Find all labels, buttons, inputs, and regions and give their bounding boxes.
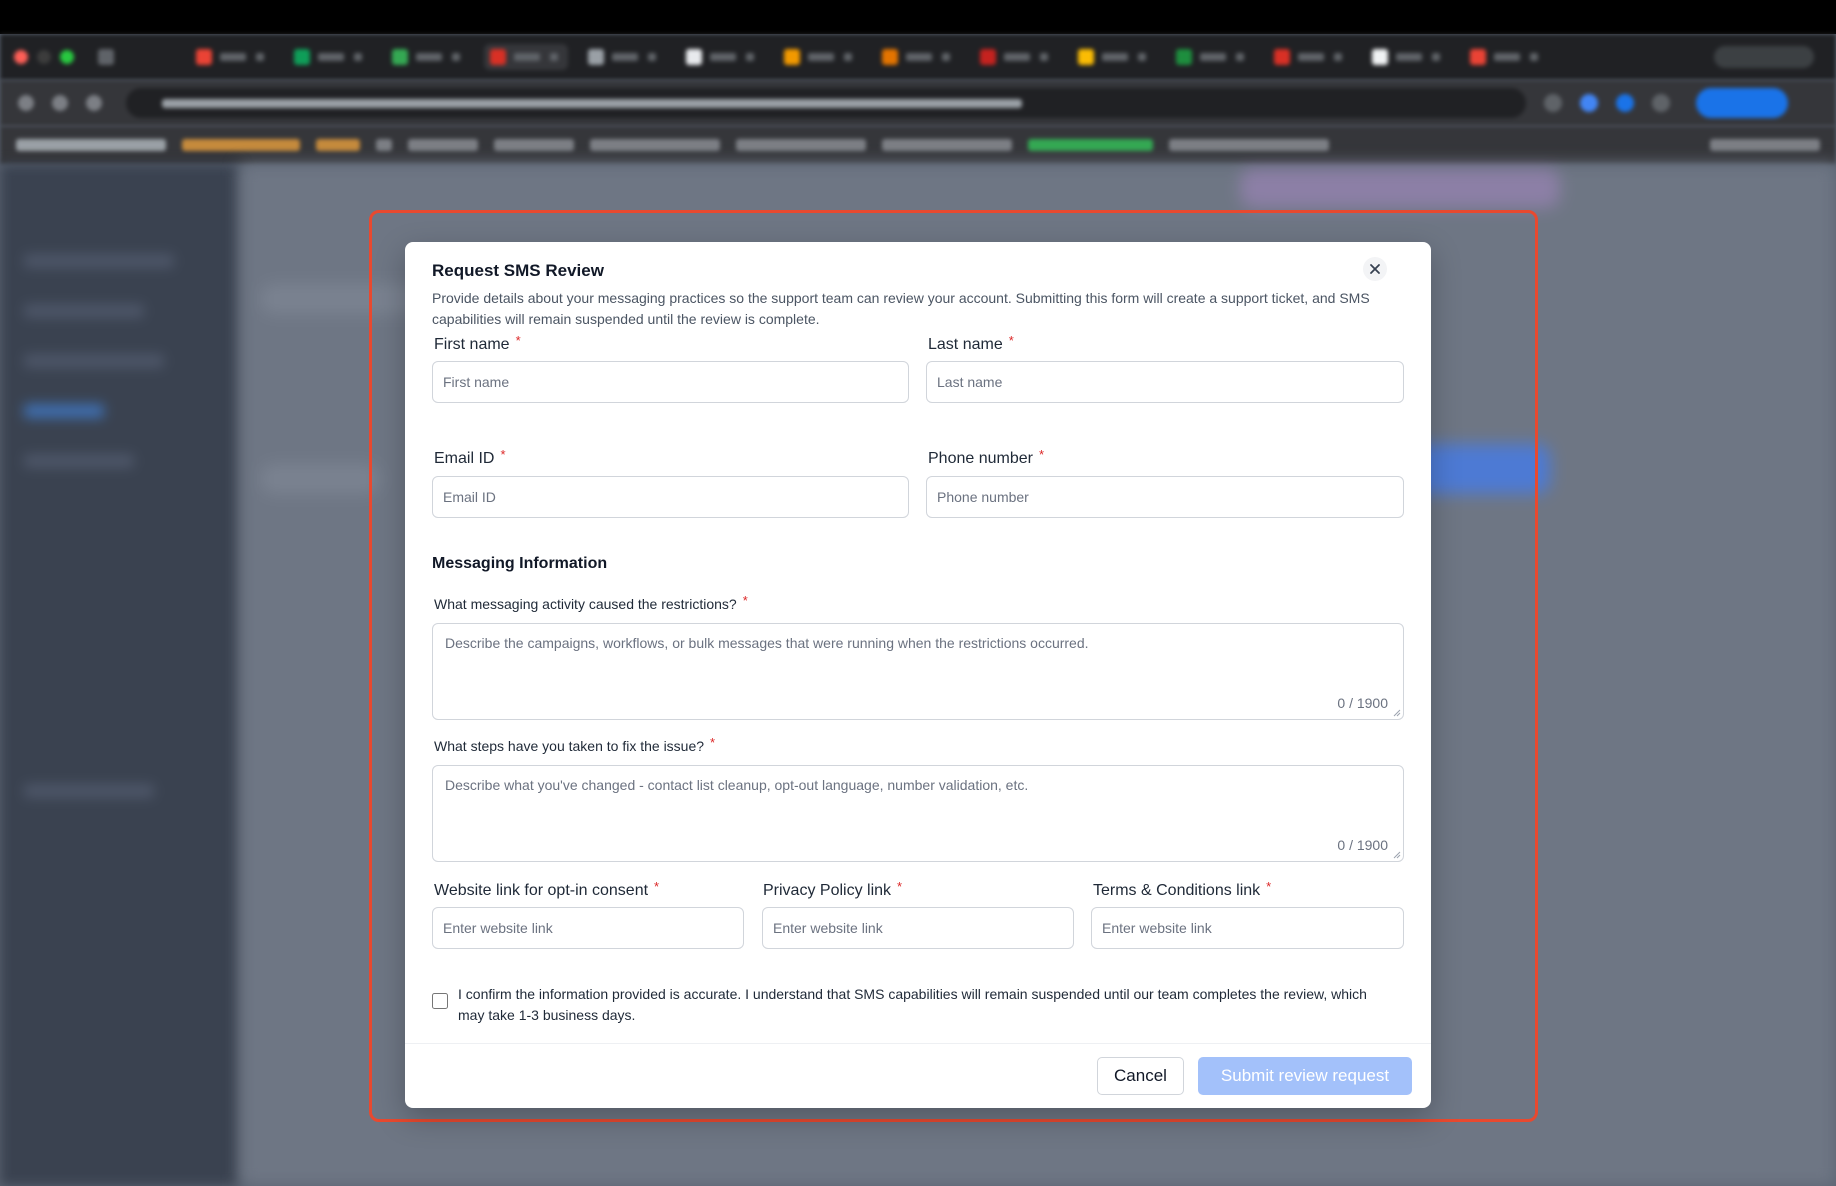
activity-textarea-wrap: 0 / 1900 [432, 623, 1404, 720]
required-asterisk: * [710, 735, 716, 750]
modal-title: Request SMS Review [432, 261, 604, 280]
address-bar [126, 88, 1526, 118]
profile-button [1696, 88, 1788, 118]
screen-top-bar [0, 0, 1836, 34]
browser-tab [1170, 44, 1254, 70]
email-label: Email ID * [434, 447, 506, 467]
first-name-input[interactable] [432, 361, 909, 403]
email-input[interactable] [432, 476, 909, 518]
browser-tab [1072, 44, 1156, 70]
submit-review-request-button[interactable]: Submit review request [1198, 1057, 1412, 1095]
phone-input[interactable] [926, 476, 1404, 518]
required-asterisk: * [1038, 447, 1045, 462]
browser-tab [1464, 44, 1548, 70]
window-controls [14, 50, 74, 64]
required-asterisk: * [1008, 333, 1014, 348]
footer-divider [405, 1043, 1431, 1044]
bookmarks-bar [0, 126, 1836, 164]
steps-label: What steps have you taken to fix the iss… [434, 735, 716, 754]
close-icon [1370, 264, 1380, 274]
required-asterisk: * [515, 333, 521, 348]
last-name-label: Last name * [928, 333, 1014, 353]
browser-tab [1268, 44, 1352, 70]
extension-icon [1616, 94, 1634, 112]
required-asterisk: * [500, 447, 506, 462]
modal-description: Provide details about your messaging pra… [432, 290, 1370, 327]
close-button[interactable] [1363, 257, 1387, 281]
first-name-label: First name * [434, 333, 521, 353]
back-icon [18, 95, 34, 111]
messaging-section-title: Messaging Information [432, 555, 608, 572]
steps-char-counter: 0 / 1900 [1337, 837, 1388, 853]
reload-icon [86, 95, 102, 111]
browser-tab [190, 44, 274, 70]
phone-label: Phone number * [928, 447, 1045, 467]
browser-tab [92, 44, 176, 70]
required-asterisk: * [897, 879, 903, 894]
cancel-button[interactable]: Cancel [1097, 1057, 1184, 1095]
optin-link-input[interactable] [432, 907, 744, 949]
browser-tab [778, 44, 862, 70]
activity-char-counter: 0 / 1900 [1337, 695, 1388, 711]
extension-icon [1580, 94, 1598, 112]
browser-tab [680, 44, 764, 70]
steps-textarea[interactable] [433, 766, 1403, 861]
browser-tab [876, 44, 960, 70]
optin-link-label: Website link for opt-in consent * [434, 879, 660, 899]
resize-grip-icon[interactable] [1393, 709, 1401, 717]
browser-tab [582, 44, 666, 70]
required-asterisk: * [1266, 879, 1272, 894]
steps-textarea-wrap: 0 / 1900 [432, 765, 1404, 862]
request-sms-review-modal: Request SMS Review Provide details about… [405, 242, 1431, 1108]
confirm-text[interactable]: I confirm the information provided is ac… [458, 984, 1388, 1026]
privacy-link-input[interactable] [762, 907, 1074, 949]
app-sidebar-backdrop [0, 164, 240, 1186]
last-name-input[interactable] [926, 361, 1404, 403]
terms-link-input[interactable] [1091, 907, 1404, 949]
browser-tab [288, 44, 372, 70]
terms-link-label: Terms & Conditions link * [1093, 879, 1272, 899]
activity-textarea[interactable] [433, 624, 1403, 719]
browser-toolbar [0, 80, 1836, 126]
browser-tab [1366, 44, 1450, 70]
browser-tab-active [484, 44, 568, 70]
resize-grip-icon[interactable] [1393, 851, 1401, 859]
browser-tab [386, 44, 470, 70]
confirm-checkbox[interactable] [432, 993, 448, 1009]
extensions-puzzle-icon [1652, 94, 1670, 112]
forward-icon [52, 95, 68, 111]
required-asterisk: * [654, 879, 660, 894]
browser-tab-strip [0, 34, 1836, 80]
activity-label: What messaging activity caused the restr… [434, 593, 748, 612]
profile-pill [1714, 46, 1814, 68]
required-asterisk: * [742, 593, 748, 608]
browser-tab [974, 44, 1058, 70]
privacy-link-label: Privacy Policy link * [763, 879, 903, 899]
bookmark-star-icon [1544, 94, 1562, 112]
